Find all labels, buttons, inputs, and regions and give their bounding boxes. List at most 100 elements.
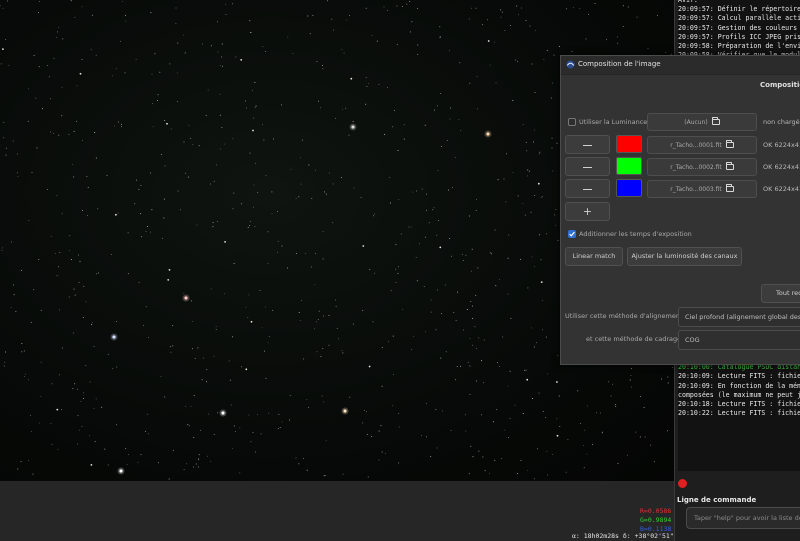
star: [525, 142, 527, 144]
star: [90, 464, 93, 466]
star: [71, 163, 73, 165]
star: [444, 284, 446, 286]
star: [556, 381, 558, 383]
star: [38, 66, 40, 68]
star: [601, 431, 603, 433]
bright-star: [486, 132, 490, 136]
sum-exposure-checkbox[interactable]: [568, 230, 576, 238]
star: [169, 346, 171, 348]
star: [172, 325, 174, 326]
star: [25, 373, 27, 375]
star: [148, 336, 150, 338]
star: [631, 386, 633, 388]
star: [143, 324, 145, 326]
star: [177, 190, 179, 192]
star: [277, 211, 278, 212]
star: [591, 443, 593, 445]
star: [416, 190, 418, 192]
command-input[interactable]: Taper "help" pour avoir la liste des co: [686, 507, 800, 529]
adjust-brightness-button[interactable]: Ajuster la luminosité des canaux: [627, 247, 742, 266]
star: [617, 42, 619, 44]
layer-color-swatch[interactable]: [616, 179, 642, 197]
layer-file-button[interactable]: r_Tacho...0002.fit: [647, 158, 757, 176]
log-line: 20:10:09: Lecture FITS : fichie: [678, 372, 800, 381]
star: [555, 224, 557, 226]
layer-file-button[interactable]: r_Tacho...0001.fit: [647, 136, 757, 154]
star: [540, 259, 542, 261]
framing-method-select[interactable]: COG: [678, 330, 800, 350]
star: [650, 444, 652, 446]
star: [115, 424, 117, 426]
star: [615, 404, 617, 406]
star: [61, 115, 63, 117]
star: [59, 309, 61, 311]
star: [322, 64, 324, 66]
star: [482, 24, 484, 26]
bright-star: [343, 409, 347, 413]
star: [95, 54, 97, 56]
star: [193, 437, 195, 439]
star: [232, 138, 234, 140]
luminance-checkbox[interactable]: [568, 118, 576, 126]
bright-star: [119, 469, 123, 473]
star: [15, 310, 17, 312]
star: [432, 209, 434, 211]
star: [0, 5, 1, 7]
tout-rect-button[interactable]: Tout rect: [761, 284, 800, 303]
star: [475, 210, 477, 212]
add-layer-button[interactable]: +: [565, 202, 610, 221]
star: [409, 0, 411, 2]
star: [28, 460, 30, 462]
star: [477, 267, 479, 269]
star: [255, 105, 257, 107]
star: [127, 232, 129, 234]
remove-layer-button[interactable]: [565, 179, 610, 198]
star: [325, 440, 327, 442]
star: [50, 236, 52, 238]
star: [469, 82, 471, 84]
star: [40, 310, 42, 312]
star: [279, 427, 281, 429]
dialog-titlebar[interactable]: Composition de l'image: [561, 56, 800, 75]
remove-layer-button[interactable]: [565, 135, 610, 154]
align-method-select[interactable]: Ciel profond (alignement global des éto: [678, 307, 800, 327]
star: [316, 61, 318, 62]
layer-color-swatch[interactable]: [616, 135, 642, 153]
star: [390, 290, 392, 292]
star: [224, 143, 226, 145]
star: [622, 5, 624, 7]
luminance-file-button[interactable]: (Aucun): [647, 113, 757, 131]
star: [579, 8, 581, 9]
star: [257, 192, 259, 194]
star: [82, 139, 84, 141]
remove-layer-button[interactable]: [565, 157, 610, 176]
star: [316, 321, 318, 323]
layer-file-button[interactable]: r_Tacho...0003.fit: [647, 180, 757, 198]
star: [545, 336, 547, 338]
star: [170, 351, 172, 353]
star: [267, 231, 269, 233]
star: [53, 57, 55, 59]
star: [77, 388, 79, 390]
star: [411, 348, 413, 350]
linear-match-button[interactable]: Linear match: [565, 247, 623, 266]
star: [166, 122, 168, 125]
star: [469, 393, 471, 395]
error-indicator-icon[interactable]: [678, 479, 687, 488]
star: [265, 377, 267, 379]
star: [434, 109, 436, 111]
star: [20, 270, 22, 272]
star: [200, 429, 201, 431]
star: [35, 97, 37, 99]
star: [124, 72, 126, 74]
log-line: 20:09:57: Calcul parallèle acti: [678, 14, 800, 23]
layer-color-swatch[interactable]: [616, 157, 642, 175]
star: [255, 162, 257, 164]
star: [225, 3, 227, 5]
checkmark-icon: [569, 231, 575, 237]
star: [73, 288, 75, 290]
star: [54, 253, 56, 255]
star: [360, 196, 362, 198]
star: [484, 470, 486, 472]
star: [600, 412, 602, 414]
